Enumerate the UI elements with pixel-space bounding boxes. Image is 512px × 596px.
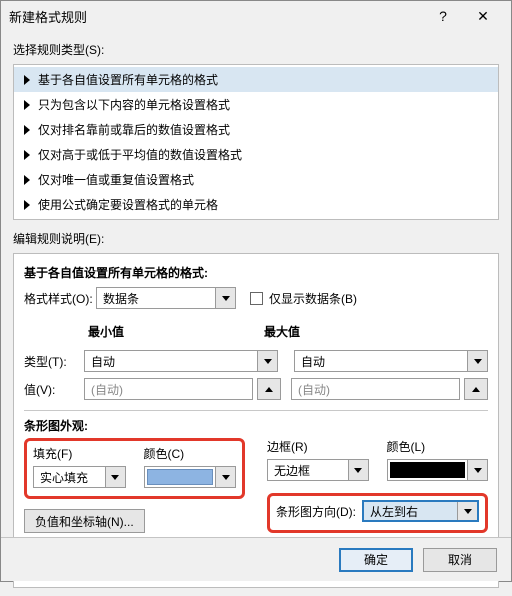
- checkbox-icon: [250, 292, 263, 305]
- type-min-dropdown[interactable]: 自动: [84, 350, 278, 372]
- fill-label: 填充(F): [33, 445, 126, 462]
- border-dropdown[interactable]: 无边框: [267, 459, 369, 481]
- max-header: 最大值: [264, 323, 488, 340]
- type-label: 类型(T):: [24, 353, 84, 370]
- fill-highlight-box: 填充(F) 实心填充 颜色(C): [24, 438, 245, 499]
- close-button[interactable]: ✕: [463, 3, 503, 29]
- ok-button[interactable]: 确定: [339, 548, 413, 572]
- bar-appearance-label: 条形图外观:: [24, 417, 488, 434]
- titlebar: 新建格式规则 ? ✕: [1, 1, 511, 31]
- new-formatting-rule-dialog: 新建格式规则 ? ✕ 选择规则类型(S): 基于各自值设置所有单元格的格式 只为…: [0, 0, 512, 582]
- rule-type-item[interactable]: 使用公式确定要设置格式的单元格: [14, 192, 498, 217]
- triangle-icon: [24, 150, 30, 160]
- rule-type-list[interactable]: 基于各自值设置所有单元格的格式 只为包含以下内容的单元格设置格式 仅对排名靠前或…: [13, 64, 499, 220]
- show-bar-only-checkbox[interactable]: 仅显示数据条(B): [250, 290, 357, 307]
- cancel-button[interactable]: 取消: [423, 548, 497, 572]
- chevron-down-icon: [257, 351, 277, 371]
- chevron-down-icon: [457, 502, 477, 520]
- min-header: 最小值: [24, 323, 248, 340]
- bar-direction-dropdown[interactable]: 从左到右: [362, 500, 479, 522]
- triangle-icon: [24, 75, 30, 85]
- fill-dropdown[interactable]: 实心填充: [33, 466, 126, 488]
- color-swatch: [147, 469, 214, 485]
- chevron-down-icon: [467, 460, 487, 480]
- rule-type-item[interactable]: 仅对高于或低于平均值的数值设置格式: [14, 142, 498, 167]
- color-label: 颜色(C): [144, 445, 237, 462]
- triangle-icon: [24, 175, 30, 185]
- chevron-down-icon: [105, 467, 125, 487]
- range-picker-button[interactable]: [464, 378, 488, 400]
- border-color-dropdown[interactable]: [387, 459, 489, 481]
- color-swatch: [390, 462, 466, 478]
- value-max-input[interactable]: (自动): [291, 378, 460, 400]
- value-label: 值(V):: [24, 381, 84, 398]
- rule-type-item[interactable]: 仅对排名靠前或靠后的数值设置格式: [14, 117, 498, 142]
- triangle-icon: [24, 200, 30, 210]
- rule-type-label: 选择规则类型(S):: [13, 41, 499, 58]
- rule-type-item[interactable]: 仅对唯一值或重复值设置格式: [14, 167, 498, 192]
- chevron-down-icon: [467, 351, 487, 371]
- dialog-title: 新建格式规则: [9, 7, 423, 26]
- range-picker-button[interactable]: [257, 378, 281, 400]
- divider: [24, 410, 488, 411]
- value-min-input[interactable]: (自动): [84, 378, 253, 400]
- triangle-icon: [24, 125, 30, 135]
- dialog-footer: 确定 取消: [1, 537, 511, 581]
- border-color-label: 颜色(L): [387, 438, 489, 455]
- bar-direction-label: 条形图方向(D):: [276, 503, 356, 520]
- negative-axis-button[interactable]: 负值和坐标轴(N)...: [24, 509, 145, 533]
- type-max-dropdown[interactable]: 自动: [294, 350, 488, 372]
- edit-rule-label: 编辑规则说明(E):: [13, 230, 499, 247]
- edit-header: 基于各自值设置所有单元格的格式:: [24, 264, 488, 281]
- bar-direction-highlight-box: 条形图方向(D): 从左到右: [267, 493, 488, 533]
- triangle-icon: [24, 100, 30, 110]
- rule-type-item[interactable]: 基于各自值设置所有单元格的格式: [14, 67, 498, 92]
- format-style-dropdown[interactable]: 数据条: [96, 287, 236, 309]
- chevron-down-icon: [215, 467, 235, 487]
- fill-color-dropdown[interactable]: [144, 466, 237, 488]
- chevron-down-icon: [215, 288, 235, 308]
- dialog-body: 选择规则类型(S): 基于各自值设置所有单元格的格式 只为包含以下内容的单元格设…: [1, 31, 511, 596]
- border-label: 边框(R): [267, 438, 369, 455]
- help-button[interactable]: ?: [423, 3, 463, 29]
- format-style-label: 格式样式(O):: [24, 290, 96, 307]
- chevron-down-icon: [348, 460, 368, 480]
- rule-type-item[interactable]: 只为包含以下内容的单元格设置格式: [14, 92, 498, 117]
